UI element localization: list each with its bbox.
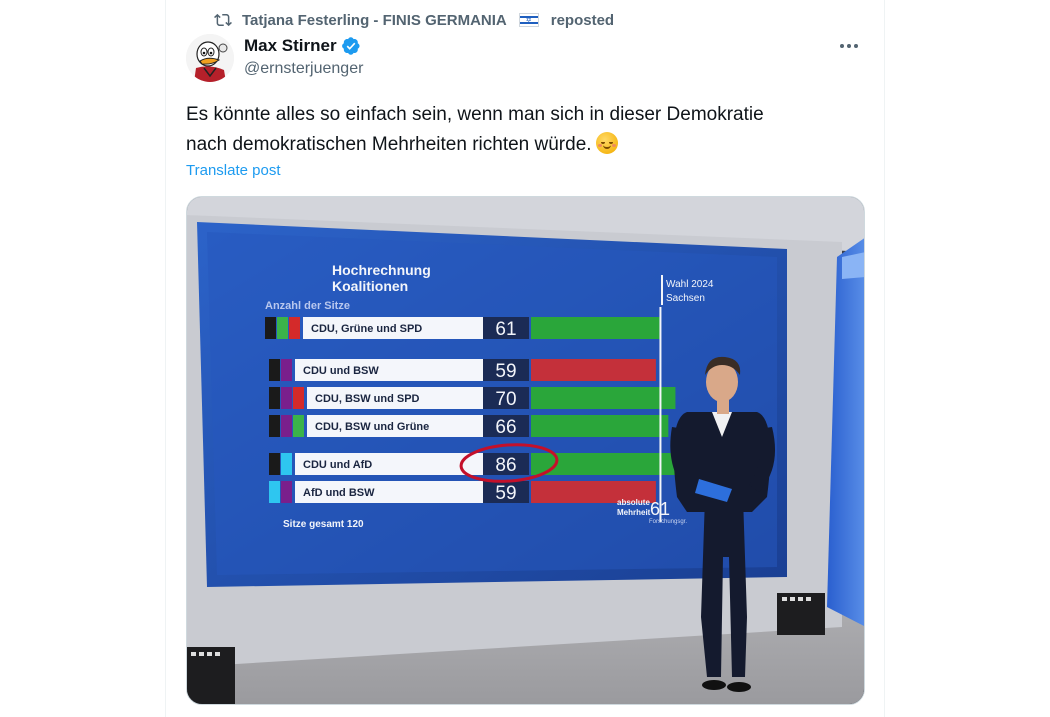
seat-value: 59 [495, 361, 516, 382]
party-color-chip [281, 387, 292, 409]
badge-line2: Sachsen [666, 293, 705, 304]
relieved-face-emoji-icon [595, 132, 618, 154]
repost-icon [214, 11, 232, 29]
seat-value: 59 [495, 483, 516, 504]
party-color-chip [289, 317, 300, 339]
party-color-chip [281, 453, 292, 475]
coalition-label: CDU, Grüne und SPD [311, 323, 422, 335]
party-color-chip [293, 415, 304, 437]
badge-line1: Wahl 2024 [666, 279, 714, 290]
translate-post-link[interactable]: Translate post [186, 162, 281, 179]
majority-label-line1: absolute [617, 498, 650, 507]
party-color-chip [269, 387, 280, 409]
seat-value: 70 [495, 389, 516, 410]
seats-total-label: Sitze gesamt 120 [283, 519, 364, 530]
party-color-chip [277, 317, 288, 339]
author-handle[interactable]: @ernsterjuenger [244, 60, 363, 78]
coalition-bar [531, 359, 656, 381]
majority-source: Forschungsgr. [649, 519, 687, 525]
party-color-chip [293, 387, 304, 409]
party-color-chip [269, 415, 280, 437]
author-name[interactable]: Max Stirner [244, 36, 337, 56]
coalition-bar [531, 415, 669, 437]
post-text-line1: Es könnte alles so einfach sein, wenn ma… [186, 104, 764, 125]
seat-value: 86 [495, 455, 516, 476]
party-color-chip [265, 317, 276, 339]
repost-suffix: reposted [550, 11, 615, 29]
reposter-name[interactable]: Tatjana Festerling - FINIS GERMANIA [242, 12, 507, 29]
graphic-subtitle: Anzahl der Sitze [265, 300, 350, 312]
author-block: Max Stirner @ernsterjuenger [244, 36, 363, 78]
majority-value: 61 [650, 499, 670, 519]
badge-divider [661, 275, 663, 305]
party-color-chip [281, 415, 292, 437]
coalition-label: AfD und BSW [303, 487, 375, 499]
majority-label-line2: Mehrheit [617, 508, 651, 517]
verified-badge-icon[interactable] [341, 36, 361, 56]
coalition-label: CDU und AfD [303, 459, 372, 471]
seat-value: 66 [495, 417, 516, 438]
coalition-label: CDU, BSW und SPD [315, 393, 420, 405]
tv-studio-photo: HochrechnungKoalitionen Anzahl der Sitze W… [187, 197, 864, 704]
coalition-label: CDU, BSW und Grüne [315, 421, 429, 433]
avatar[interactable] [186, 34, 234, 82]
post-image[interactable]: Hochrechnung Koalitionen Anzahl der Sitze W… [186, 196, 865, 705]
post-text: Es könnte alles so einfach sein, wenn ma… [186, 100, 846, 160]
party-color-chip [281, 481, 292, 503]
more-options-icon[interactable] [834, 34, 864, 58]
israel-flag-icon: ✡ [518, 13, 539, 27]
coalition-bar [531, 387, 676, 409]
repost-header: Tatjana Festerling - FINIS GERMANIA ✡ re… [214, 10, 614, 30]
graphic-title-line1: Hochrechnung [332, 262, 431, 278]
seat-value: 61 [495, 319, 516, 340]
party-color-chip [269, 453, 280, 475]
party-color-chip [269, 481, 280, 503]
coalition-bar [531, 317, 660, 339]
party-color-chip [281, 359, 292, 381]
coalition-label: CDU und BSW [303, 365, 379, 377]
graphic-title-line2: Koalitionen [332, 278, 408, 294]
party-color-chip [269, 359, 280, 381]
post-text-line2: nach demokratischen Mehrheiten richten w… [186, 134, 592, 155]
majority-line [659, 307, 662, 522]
post-column: Tatjana Festerling - FINIS GERMANIA ✡ re… [165, 0, 885, 717]
